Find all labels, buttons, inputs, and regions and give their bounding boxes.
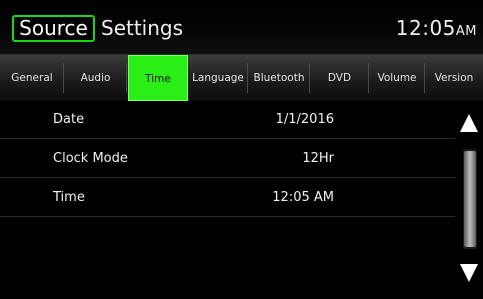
clock: 12:05AM: [396, 15, 477, 42]
scrollbar[interactable]: [455, 101, 483, 295]
row-value: 12:05 AM: [272, 190, 334, 205]
clock-ampm: AM: [455, 24, 477, 39]
settings-list: Date 1/1/2016 Clock Mode 12Hr Time 12:05…: [0, 101, 455, 295]
scroll-up-button[interactable]: [455, 101, 483, 145]
tab-dvd[interactable]: DVD: [310, 55, 369, 101]
tab-bar: General Audio Time Language Bluetooth DV…: [0, 54, 483, 101]
clock-time: 12:05: [395, 16, 456, 40]
row-value: 12Hr: [302, 151, 334, 166]
tab-time[interactable]: Time: [128, 55, 188, 101]
scroll-down-button[interactable]: [455, 251, 483, 295]
row-label: Date: [53, 112, 85, 127]
source-button[interactable]: Source: [12, 15, 95, 42]
tab-version[interactable]: Version: [425, 55, 483, 101]
scroll-thumb[interactable]: [464, 151, 476, 247]
row-time[interactable]: Time 12:05 AM: [0, 179, 455, 217]
page-title: Settings: [101, 16, 184, 40]
tab-general[interactable]: General: [0, 55, 64, 101]
triangle-up-icon: [460, 114, 478, 132]
triangle-down-icon: [460, 264, 478, 282]
tab-audio[interactable]: Audio: [64, 55, 127, 101]
header-bar: Source Settings 12:05AM: [0, 0, 483, 54]
row-date[interactable]: Date 1/1/2016: [0, 101, 455, 139]
row-label: Time: [53, 190, 85, 205]
tab-language[interactable]: Language: [188, 55, 248, 101]
tab-bluetooth[interactable]: Bluetooth: [248, 55, 310, 101]
tab-volume[interactable]: Volume: [369, 55, 425, 101]
row-label: Clock Mode: [53, 151, 128, 166]
row-value: 1/1/2016: [275, 112, 334, 127]
row-clock-mode[interactable]: Clock Mode 12Hr: [0, 140, 455, 178]
